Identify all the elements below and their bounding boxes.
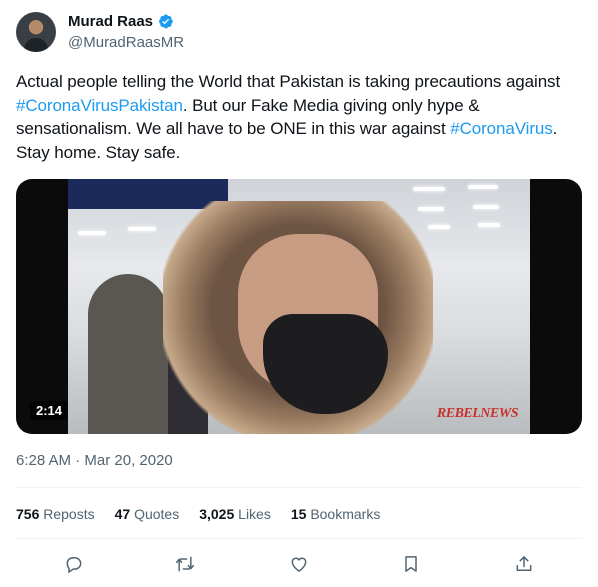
- reply-icon: [66, 557, 82, 574]
- share-button[interactable]: [510, 550, 538, 578]
- tweet-text: Actual people telling the World that Pak…: [16, 70, 582, 164]
- heart-icon: [291, 557, 307, 572]
- tweet-timestamp[interactable]: 6:28 AM · Mar 20, 2020: [16, 452, 173, 469]
- divider: [16, 538, 582, 539]
- author-handle[interactable]: @MuradRaasMR: [68, 34, 184, 51]
- like-button[interactable]: [285, 550, 313, 578]
- video-thumbnail: REBELNEWS: [68, 179, 530, 434]
- bookmark-icon: [405, 556, 417, 572]
- engagement-stats: 756 Reposts 47 Quotes 3,025 Likes 15 Boo…: [16, 506, 380, 522]
- tweet-date: Mar 20, 2020: [84, 452, 173, 469]
- video-duration-badge: 2:14: [30, 401, 69, 420]
- reposts-stat[interactable]: 756 Reposts: [16, 506, 95, 522]
- bookmark-button[interactable]: [397, 550, 425, 578]
- tweet-text-segment: Actual people telling the World that Pak…: [16, 72, 561, 91]
- repost-icon: [175, 556, 195, 572]
- share-icon: [516, 556, 532, 571]
- hashtag-link[interactable]: #CoronaVirusPakistan: [16, 96, 183, 115]
- meta-separator: ·: [75, 452, 81, 469]
- hashtag-link[interactable]: #CoronaVirus: [450, 119, 553, 138]
- author-avatar[interactable]: [16, 12, 56, 52]
- action-bar: [16, 550, 582, 578]
- tweet-time: 6:28 AM: [16, 452, 72, 469]
- author-name-row: Murad Raas: [68, 13, 174, 30]
- likes-stat[interactable]: 3,025 Likes: [199, 506, 271, 522]
- quotes-stat[interactable]: 47 Quotes: [115, 506, 180, 522]
- rebel-news-watermark: REBELNEWS: [436, 406, 519, 421]
- verified-badge-icon: [159, 14, 173, 29]
- divider: [16, 487, 582, 488]
- reply-button[interactable]: [60, 550, 88, 578]
- background-person: [88, 274, 168, 434]
- author-name[interactable]: Murad Raas: [68, 13, 153, 30]
- bookmarks-stat[interactable]: 15 Bookmarks: [291, 506, 381, 522]
- repost-button[interactable]: [171, 550, 199, 578]
- video-player[interactable]: REBELNEWS 2:14: [16, 179, 582, 434]
